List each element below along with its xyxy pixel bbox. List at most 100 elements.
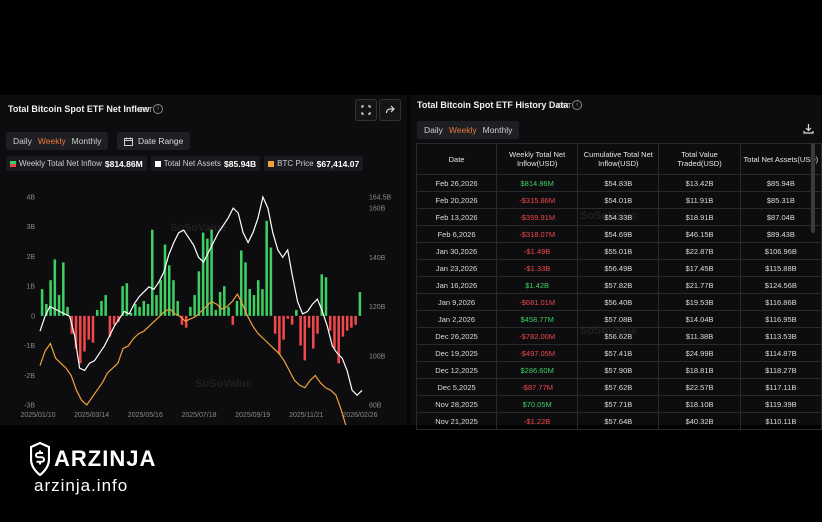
info-icon[interactable]: i — [572, 100, 582, 110]
share-button[interactable] — [379, 99, 401, 121]
cell-net-assets: $110.11B — [739, 412, 822, 430]
tab-daily[interactable]: Daily — [421, 125, 446, 135]
inflow-bar — [83, 315, 86, 352]
cell-date: Nov 28,2025 — [415, 395, 498, 413]
cell-date: Dec 5,2025 — [415, 378, 498, 396]
table-row[interactable]: Jan 16,2026 $1.42B $57.82B $21.77B $124.56B — [415, 276, 822, 294]
inflow-bar — [303, 315, 307, 361]
cell-cumulative-inflow: $57.71B — [577, 395, 660, 413]
y-axis-right-tick: 120B — [369, 304, 386, 311]
cell-cumulative-inflow: $57.64B — [577, 412, 660, 430]
cell-weekly-inflow: -$1.22B — [496, 412, 579, 430]
legend-weekly-inflow[interactable]: Weekly Total Net Inflow $814.86M — [6, 156, 147, 171]
tab-weekly[interactable]: Weekly — [446, 125, 480, 135]
info-icon[interactable]: i — [153, 104, 163, 114]
download-icon[interactable] — [803, 123, 814, 134]
col-value-traded[interactable]: Total Value Traded(USD) — [658, 143, 741, 175]
cell-value-traded: $19.53B — [658, 293, 741, 311]
table-row[interactable]: Dec 12,2025 $286.60M $57.90B $18.81B $118.27… — [415, 361, 822, 379]
chart-panel-title: Total Bitcoin Spot ETF Net Inflow — [8, 104, 150, 114]
inflow-bar — [167, 265, 171, 316]
top-blank-area — [0, 0, 822, 95]
col-weekly-inflow[interactable]: Weekly Total Net Inflow(USD) — [496, 143, 579, 175]
cell-date: Jan 9,2026 — [415, 293, 498, 311]
inflow-bar — [312, 315, 315, 349]
date-range-label: Date Range — [138, 136, 184, 146]
inflow-bar — [248, 289, 251, 316]
cell-net-assets: $85.31B — [739, 191, 822, 209]
cell-date: Feb 6,2026 — [415, 225, 498, 243]
legend-btc-price[interactable]: BTC Price $67,414.07 — [264, 156, 364, 171]
x-axis-tick: 2025/09/19 — [235, 412, 270, 419]
inflow-bar — [269, 247, 273, 316]
cell-weekly-inflow: -$681.01M — [496, 293, 579, 311]
x-axis-tick: 2025/03/14 — [74, 412, 109, 419]
expand-icon — [361, 105, 371, 115]
table-row[interactable]: Jan 9,2026 -$681.01M $56.40B $19.53B $116.86… — [415, 293, 822, 311]
table-row[interactable]: Feb 6,2026 -$318.07M $54.69B $46.15B $89.43B — [415, 225, 822, 243]
tab-monthly[interactable]: Monthly — [69, 136, 105, 146]
table-row[interactable]: Nov 21,2025 -$1.22B $57.64B $40.32B $110.11B — [415, 412, 822, 430]
legend-value: $67,414.07 — [316, 158, 360, 169]
legend-net-assets[interactable]: Total Net Assets $85.94B — [150, 156, 261, 171]
col-net-assets[interactable]: Total Net Assets(USD) — [739, 143, 822, 175]
date-range-button[interactable]: Date Range — [117, 132, 191, 150]
table-row[interactable]: Dec 5,2025 -$87.77M $57.62B $22.57B $117.11B — [415, 378, 822, 396]
col-cumulative-inflow[interactable]: Cumulative Total Net Inflow(USD) — [577, 143, 660, 175]
cell-cumulative-inflow: $54.33B — [577, 208, 660, 226]
inflow-bar — [62, 262, 65, 316]
inflow-bar — [138, 306, 141, 316]
table-row[interactable]: Jan 30,2026 -$1.49B $55.01B $22.87B $106.96B — [415, 242, 822, 260]
cell-date: Dec 19,2025 — [415, 344, 498, 362]
table-row[interactable]: Dec 19,2025 -$497.05M $57.41B $24.99B $114.8… — [415, 344, 822, 362]
inflow-bar — [129, 312, 133, 316]
inflow-bar — [121, 286, 124, 316]
legend-value: $85.94B — [224, 158, 257, 169]
legend-swatch-inflow — [10, 160, 16, 167]
table-row[interactable]: Feb 26,2026 $814.86M $54.83B $13.42B $85.94B — [415, 174, 822, 192]
cell-weekly-inflow: -$1.33B — [496, 259, 579, 277]
cell-weekly-inflow: -$359.91M — [496, 208, 579, 226]
legend-label: BTC Price — [277, 159, 314, 168]
table-row[interactable]: Feb 20,2026 -$315.86M $54.01B $11.91B $85.31… — [415, 191, 822, 209]
col-date[interactable]: Date — [415, 143, 498, 175]
inflow-bar — [227, 306, 230, 316]
inflow-bar — [328, 315, 332, 331]
tab-monthly[interactable]: Monthly — [480, 125, 516, 135]
inflow-bar — [125, 283, 129, 316]
table-row[interactable]: Dec 26,2025 -$782.00M $56.62B $11.38B $113.5… — [415, 327, 822, 345]
cell-cumulative-inflow: $57.08B — [577, 310, 660, 328]
cell-date: Feb 13,2026 — [415, 208, 498, 226]
cell-cumulative-inflow: $54.83B — [577, 174, 660, 192]
btc-price-line — [39, 293, 347, 425]
cell-net-assets: $106.96B — [739, 242, 822, 260]
table-row[interactable]: Feb 13,2026 -$359.91M $54.33B $18.91B $87.04… — [415, 208, 822, 226]
table-row[interactable]: Nov 28,2025 $70.05M $57.71B $18.10B $119.39B — [415, 395, 822, 413]
cell-cumulative-inflow: $55.01B — [577, 242, 660, 260]
table-scrollbar[interactable] — [811, 143, 815, 233]
chart-watermark-bottom: SoSoValue — [195, 378, 252, 390]
cell-value-traded: $11.91B — [658, 191, 741, 209]
table-row[interactable]: Jan 23,2026 -$1.33B $56.49B $17.45B $115.88B — [415, 259, 822, 277]
inflow-bar — [193, 295, 196, 316]
inflow-bar — [91, 315, 95, 343]
inflow-bar — [278, 315, 281, 355]
tab-weekly[interactable]: Weekly — [35, 136, 69, 146]
inflow-bar — [172, 280, 175, 316]
inflow-bar — [261, 289, 264, 316]
inflow-bar — [40, 289, 44, 316]
inflow-bar — [112, 315, 116, 325]
cell-net-assets: $115.88B — [739, 259, 822, 277]
cell-net-assets: $116.86B — [739, 293, 822, 311]
table-row[interactable]: Jan 2,2026 $458.77M $57.08B $14.04B $116.95B — [415, 310, 822, 328]
inflow-bar — [100, 301, 103, 316]
inflow-bar — [239, 250, 243, 316]
inflow-bar — [95, 309, 99, 316]
cell-value-traded: $17.45B — [658, 259, 741, 277]
chart-watermark-top: SoSoValue — [170, 222, 227, 234]
brand-name: ARZINJA — [54, 446, 157, 471]
fullscreen-button[interactable] — [355, 99, 377, 121]
y-axis-left-tick: -2B — [24, 373, 35, 380]
inflow-bar — [223, 286, 226, 316]
tab-daily[interactable]: Daily — [10, 136, 35, 146]
